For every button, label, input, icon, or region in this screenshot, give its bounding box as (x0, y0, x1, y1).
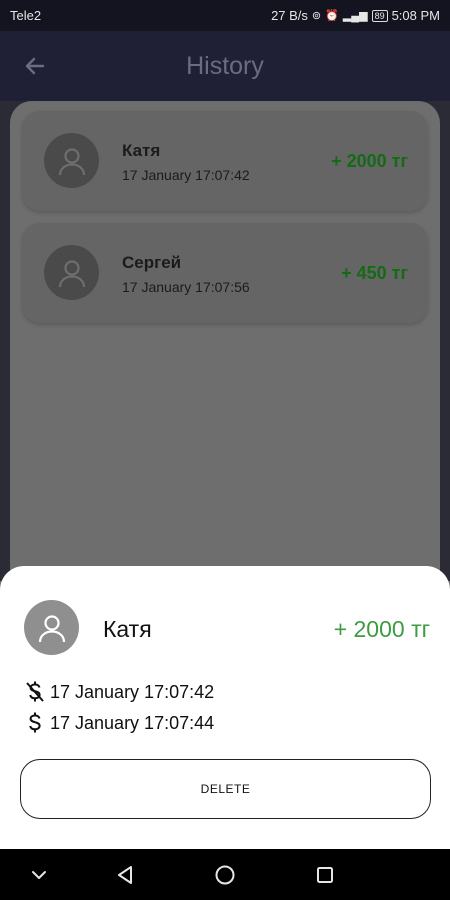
nav-back-icon (118, 866, 132, 884)
created-time: 17 January 17:07:42 (50, 681, 215, 702)
nav-home-icon (215, 865, 235, 885)
history-item-date: 17 January 17:07:56 (122, 279, 250, 295)
wifi-icon: ⊚ (311, 10, 322, 22)
history-item[interactable]: Катя 17 January 17:07:42 + 2000 тг (22, 111, 428, 211)
nav-recents-button[interactable] (312, 862, 338, 888)
status-bar: Tele2 27 B/s ⊚ ⏰ ▂▄▆ 89 5:08 PM (0, 0, 450, 31)
history-item-amount: + 2000 тг (331, 151, 408, 171)
paid-time: 17 January 17:07:44 (50, 712, 215, 733)
signal-icon: ▂▄▆ (342, 10, 368, 22)
history-list-area: Катя 17 January 17:07:42 + 2000 тг Серге… (0, 101, 450, 601)
detail-bottom-sheet: Катя + 2000 тг 17 January 17:07:42 17 Ja… (0, 566, 450, 849)
history-item-date: 17 January 17:07:42 (122, 167, 250, 183)
avatar (44, 245, 99, 300)
nav-down-icon (32, 871, 46, 879)
dollar-icon (24, 711, 46, 735)
clock: 5:08 PM (391, 8, 440, 23)
avatar (24, 600, 79, 655)
history-item-name: Катя (122, 141, 161, 160)
person-icon (38, 614, 65, 642)
avatar (44, 133, 99, 188)
no-money-icon (24, 680, 46, 704)
system-nav-bar (0, 849, 450, 900)
person-icon (58, 147, 85, 175)
nav-back-button[interactable] (112, 862, 138, 888)
created-time-row: 17 January 17:07:42 (24, 680, 214, 704)
history-item-name: Сергей (122, 253, 182, 272)
sheet-amount: + 2000 тг (333, 616, 430, 642)
network-speed: 27 B/s (271, 8, 308, 23)
sheet-name: Катя (103, 616, 152, 642)
alarm-icon: ⏰ (325, 10, 339, 22)
page-title: History (186, 51, 264, 80)
history-item-amount: + 450 тг (341, 263, 408, 283)
paid-time-row: 17 January 17:07:44 (24, 711, 214, 735)
nav-down-button[interactable] (26, 862, 52, 888)
history-item[interactable]: Сергей 17 January 17:07:56 + 450 тг (22, 223, 428, 323)
battery-icon: 89 (371, 9, 388, 22)
nav-recents-icon (317, 867, 333, 883)
carrier-label: Tele2 (10, 8, 42, 23)
history-panel: Катя 17 January 17:07:42 + 2000 тг Серге… (10, 101, 440, 581)
back-arrow-icon (25, 57, 45, 75)
delete-button[interactable]: DELETE (20, 759, 431, 819)
app-bar: History (0, 31, 450, 101)
nav-home-button[interactable] (212, 862, 238, 888)
person-icon (58, 259, 85, 287)
back-button[interactable] (18, 51, 52, 81)
